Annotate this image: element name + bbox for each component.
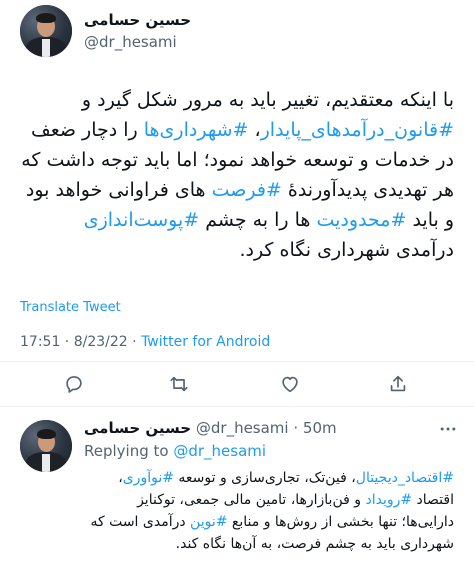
hashtag-link[interactable]: #پوست‌اندازی <box>84 209 199 231</box>
replying-to: Replying to @dr_hesami <box>84 442 266 460</box>
hashtag-link[interactable]: #فرصت <box>212 179 282 201</box>
replying-to-handle[interactable]: @dr_hesami <box>173 442 266 460</box>
hashtag-link[interactable]: #نوآوری <box>123 470 174 486</box>
tweet-text-segment: ها را به چشم <box>199 209 317 231</box>
reply-author-name[interactable]: حسین حسامی <box>84 419 191 437</box>
more-options-button[interactable] <box>436 419 460 439</box>
tweet-text: با اینکه معتقدیم، تغییر باید به مرور شکل… <box>20 85 454 265</box>
hashtag-link[interactable]: #شهرداری‌ها <box>144 119 249 141</box>
tweet-metadata: 17:51 · 8/23/22 · Twitter for Android <box>20 334 270 350</box>
hashtag-link[interactable]: #محدودیت <box>316 209 406 231</box>
divider <box>0 406 474 407</box>
replying-to-label: Replying to <box>84 442 174 460</box>
tweet-source-link[interactable]: Twitter for Android <box>141 334 270 350</box>
share-button[interactable] <box>380 366 416 402</box>
divider <box>0 361 474 362</box>
retweet-button[interactable] <box>161 366 197 402</box>
author-handle[interactable]: @dr_hesami <box>84 33 177 51</box>
author-avatar[interactable] <box>20 5 72 57</box>
reply-text-segment: ، فین‌تک، تجاری‌سازی و توسعه <box>173 470 356 486</box>
tweet-text-segment: ، <box>248 119 261 141</box>
author-display-name[interactable]: حسین حسامی <box>84 11 191 29</box>
reply-button[interactable] <box>56 366 92 402</box>
tweet-date[interactable]: 8/23/22 <box>74 334 128 350</box>
more-icon <box>440 427 456 431</box>
reply-header: حسین حسامی @dr_hesami · 50m <box>84 419 337 437</box>
reply-author-handle[interactable]: @dr_hesami <box>196 419 289 437</box>
meta-separator: · <box>127 334 142 350</box>
meta-separator: · <box>60 334 74 350</box>
tweet-time[interactable]: 17:51 <box>20 334 60 350</box>
reply-time[interactable]: 50m <box>303 419 337 437</box>
hashtag-link[interactable]: #اقتصاد_دیجیتال <box>356 470 454 486</box>
share-icon <box>390 375 406 392</box>
main-tweet: حسین حسامی @dr_hesami با اینکه معتقدیم، … <box>0 0 474 407</box>
hashtag-link[interactable]: #رویداد <box>365 492 412 508</box>
hashtag-link[interactable]: #نوین <box>190 514 227 530</box>
meta-separator: · <box>288 419 303 437</box>
reply-author-avatar[interactable] <box>20 420 72 472</box>
tweet-text-segment: با اینکه معتقدیم، تغییر باید به مرور شکل… <box>81 89 454 111</box>
tweet-text-segment: درآمدی شهرداری نگاه کرد. <box>239 239 454 261</box>
retweet-icon <box>170 376 188 392</box>
heart-icon <box>282 376 298 393</box>
translate-tweet-link[interactable]: Translate Tweet <box>20 300 121 315</box>
like-button[interactable] <box>272 366 308 402</box>
reply-text: #اقتصاد_دیجیتال، فین‌تک، تجاری‌سازی و تو… <box>84 467 454 555</box>
hashtag-link[interactable]: #قانون_درآمدهای_پایدار <box>261 119 454 141</box>
comment-icon <box>66 376 82 393</box>
